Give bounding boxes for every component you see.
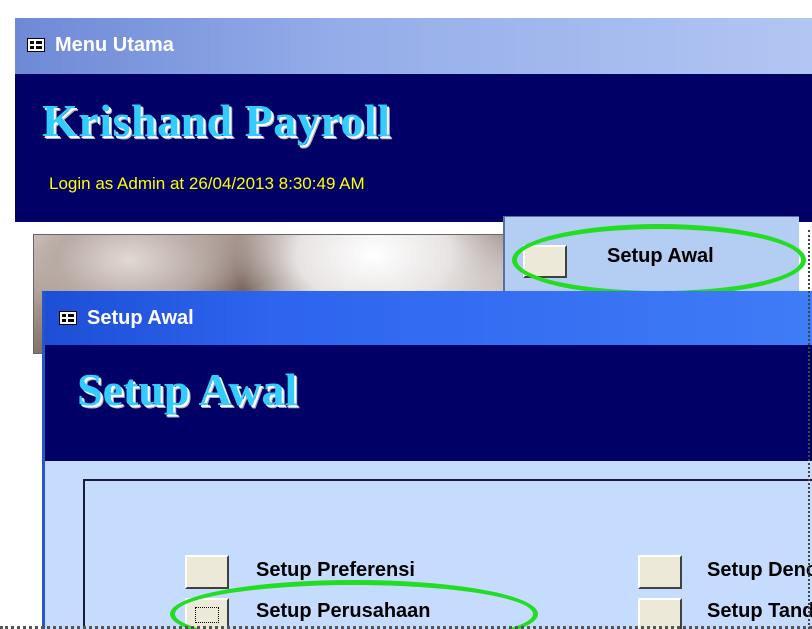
setup-awal-titlebar[interactable]: Setup Awal — [45, 291, 812, 345]
setup-deno-button[interactable] — [638, 555, 682, 589]
dotted-border-right — [808, 230, 810, 629]
setup-awal-header: Setup Awal — [45, 345, 812, 461]
form-icon — [27, 38, 45, 52]
form-icon — [59, 311, 77, 325]
login-info: Login as Admin at 26/04/2013 8:30:49 AM — [49, 174, 365, 193]
setup-preferensi-label: Setup Preferensi — [256, 559, 415, 581]
setup-options-group: Setup Preferensi Setup Perusahaan Setup … — [83, 479, 812, 629]
setup-tand-label: Setup Tand — [707, 600, 812, 622]
setup-preferensi-button[interactable] — [185, 555, 229, 589]
setup-tand-button[interactable] — [638, 598, 682, 629]
setup-deno-label: Setup Deno — [707, 559, 812, 581]
setup-awal-window-title: Setup Awal — [87, 307, 194, 329]
app-title: Krishand Payroll — [42, 95, 391, 146]
menu-utama-titlebar[interactable]: Menu Utama — [15, 18, 812, 74]
setup-awal-body: Setup Preferensi Setup Perusahaan Setup … — [45, 461, 812, 629]
highlight-ring-setup-awal — [512, 224, 806, 296]
setup-awal-window: Setup Awal Setup Awal Setup Preferensi S… — [42, 291, 812, 629]
app-header: Krishand Payroll Login as Admin at 26/04… — [15, 74, 812, 222]
menu-utama-title: Menu Utama — [55, 34, 174, 56]
setup-awal-heading: Setup Awal — [77, 364, 298, 415]
